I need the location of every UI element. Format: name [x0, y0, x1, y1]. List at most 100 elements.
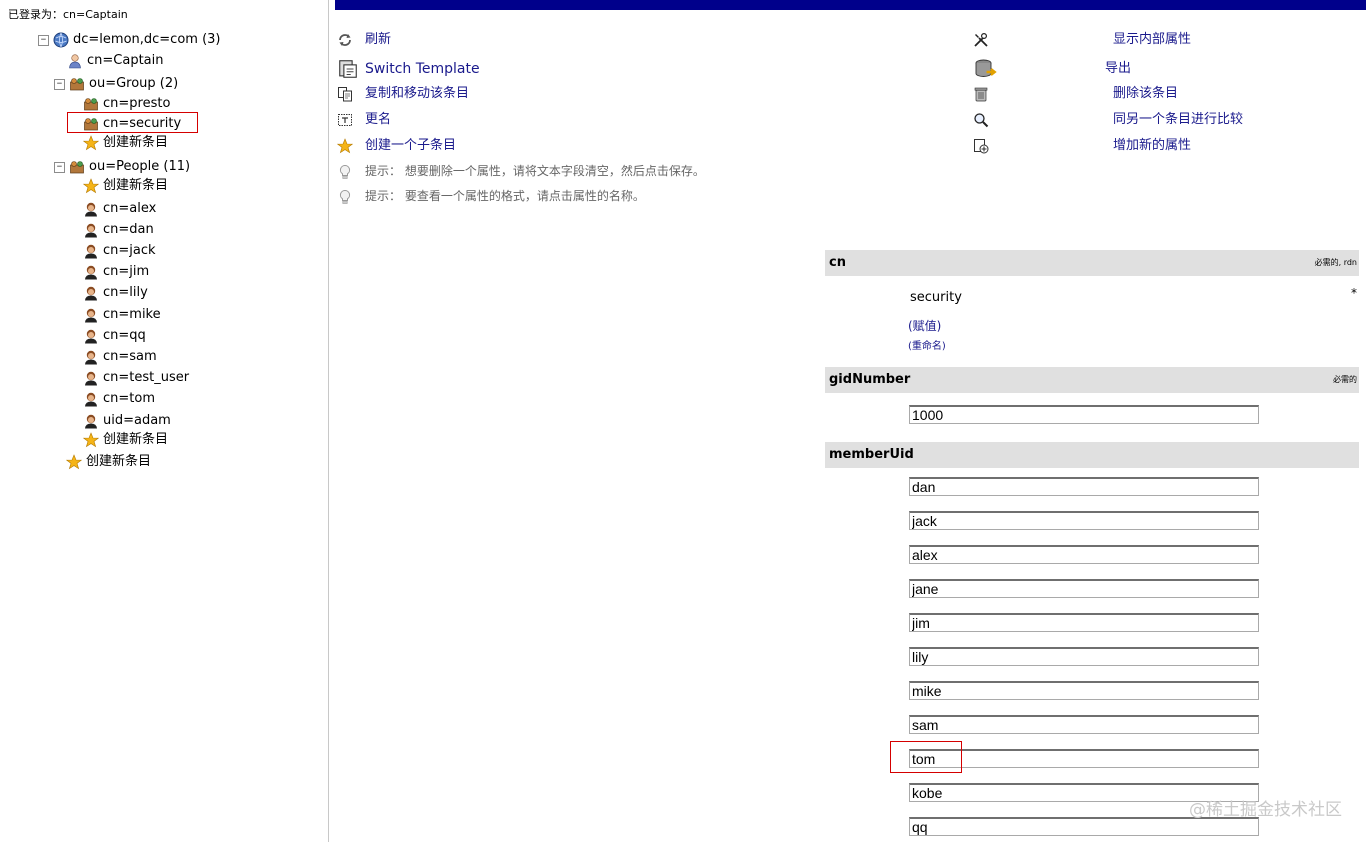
tree-node-person[interactable]: cn=sam: [83, 348, 157, 366]
create-child-action[interactable]: 创建一个子条目: [337, 136, 456, 156]
attr-header-gidnumber: gidNumber 必需的: [825, 367, 1359, 393]
rename-action[interactable]: 更名: [337, 110, 391, 130]
tree-node-label: cn=dan: [103, 222, 154, 237]
memberuid-input[interactable]: [909, 511, 1259, 530]
copy-move-action[interactable]: 复制和移动该条目: [337, 84, 469, 104]
compare-link[interactable]: 同另一个条目进行比较: [1113, 112, 1243, 127]
person-icon: [83, 307, 99, 323]
export-action[interactable]: 导出: [973, 57, 1131, 77]
tree-node-person[interactable]: cn=mike: [83, 306, 161, 324]
export-link[interactable]: 导出: [1105, 61, 1131, 76]
person-icon: [83, 370, 99, 386]
tree-node-label: cn=mike: [103, 307, 161, 322]
export-icon: [973, 57, 997, 81]
tree-node-label: 创建新条目: [103, 432, 169, 447]
attr-header-cn: cn 必需的, rdn: [825, 250, 1359, 276]
tree-node-label: uid=adam: [103, 413, 171, 428]
person-icon: [83, 349, 99, 365]
assign-link[interactable]: (赋值): [908, 317, 941, 334]
attr-name-memberuid[interactable]: memberUid: [829, 442, 914, 468]
tree-node-label: cn=alex: [103, 201, 157, 216]
title-bar: [335, 0, 1366, 10]
add-attribute-link[interactable]: 增加新的属性: [1113, 138, 1191, 153]
tree-node-person[interactable]: cn=test_user: [83, 369, 189, 387]
rename-icon: [337, 112, 353, 128]
tree-node-label: cn=lily: [103, 285, 148, 300]
tree-panel: 已登录为：cn=Captain − dc=lemon,dc=com (3) cn=…: [0, 0, 329, 842]
hint-delete-attribute: 提示： 想要删除一个属性，请将文本字段清空，然后点击保存。: [337, 161, 705, 181]
tree-node-person[interactable]: cn=qq: [83, 327, 146, 345]
compare-action[interactable]: 同另一个条目进行比较: [973, 110, 1243, 130]
memberuid-input[interactable]: [909, 545, 1259, 564]
copy-move-link[interactable]: 复制和移动该条目: [365, 86, 469, 101]
tree-node-person[interactable]: uid=adam: [83, 412, 171, 430]
collapse-toggle[interactable]: −: [54, 78, 65, 90]
tree-node-captain[interactable]: cn=Captain: [67, 52, 164, 70]
add-attribute-action[interactable]: 增加新的属性: [973, 136, 1191, 156]
memberuid-input[interactable]: [909, 647, 1259, 666]
star-icon: [83, 135, 99, 151]
tree-node-label: ou=Group (2): [89, 76, 179, 91]
attr-name-gidnumber[interactable]: gidNumber: [829, 367, 910, 393]
refresh-link[interactable]: 刷新: [365, 32, 391, 47]
tree-node-group[interactable]: − ou=Group (2): [54, 75, 178, 93]
memberuid-input[interactable]: [909, 681, 1259, 700]
person-icon: [83, 328, 99, 344]
tree-node-people[interactable]: − ou=People (11): [54, 158, 190, 176]
attr-name-cn[interactable]: cn: [829, 250, 846, 276]
tree-node-presto[interactable]: cn=presto: [83, 95, 170, 113]
rename-rdn-link[interactable]: (重命名): [908, 337, 946, 352]
person-icon: [83, 201, 99, 217]
gidnumber-input[interactable]: [909, 405, 1259, 424]
collapse-toggle[interactable]: −: [54, 161, 65, 173]
template-icon: [337, 58, 359, 80]
delete-action[interactable]: 删除该条目: [973, 84, 1178, 104]
tree-create-entry[interactable]: 创建新条目: [83, 431, 168, 449]
tree-node-label: cn=jack: [103, 243, 156, 258]
refresh-action[interactable]: 刷新: [337, 30, 391, 50]
watermark: @稀土掘金技术社区: [1189, 800, 1342, 820]
group-icon: [83, 96, 99, 112]
memberuid-input[interactable]: [909, 579, 1259, 598]
tree-node-root[interactable]: − dc=lemon,dc=com (3): [38, 31, 221, 49]
create-child-link[interactable]: 创建一个子条目: [365, 138, 456, 153]
tree-node-person[interactable]: cn=tom: [83, 390, 155, 408]
tree-node-label: ou=People (11): [89, 159, 191, 174]
delete-link[interactable]: 删除该条目: [1113, 86, 1178, 101]
add-attribute-icon: [973, 138, 989, 154]
attr-flags: 必需的: [1333, 375, 1357, 384]
tree-node-person[interactable]: cn=alex: [83, 200, 156, 218]
entry-panel: 刷新 Switch Template 复制和移动该条目 更名 创建一个子条目 提…: [329, 0, 1366, 842]
tree-create-entry[interactable]: 创建新条目: [83, 134, 168, 152]
tools-icon: [973, 32, 989, 48]
star-icon: [83, 432, 99, 448]
refresh-icon: [337, 32, 353, 48]
user-icon: [67, 53, 83, 69]
show-internal-link[interactable]: 显示内部属性: [1113, 32, 1191, 47]
person-icon: [83, 243, 99, 259]
highlight-box: [890, 741, 962, 773]
switch-template-link[interactable]: Switch Template: [365, 61, 480, 77]
person-icon: [83, 222, 99, 238]
tree-node-person[interactable]: cn=jim: [83, 263, 149, 281]
memberuid-input[interactable]: [909, 477, 1259, 496]
star-icon: [66, 454, 82, 470]
group-icon: [69, 76, 85, 92]
tree-node-person[interactable]: cn=jack: [83, 242, 156, 260]
tree-node-person[interactable]: cn=dan: [83, 221, 154, 239]
login-status: 已登录为：cn=Captain: [8, 8, 128, 21]
hint-attribute-format: 提示： 要查看一个属性的格式，请点击属性的名称。: [337, 186, 645, 206]
copy-icon: [337, 86, 353, 102]
collapse-toggle[interactable]: −: [38, 34, 49, 46]
show-internal-action[interactable]: 显示内部属性: [973, 30, 1191, 50]
memberuid-input[interactable]: [909, 613, 1259, 632]
tree-create-entry[interactable]: 创建新条目: [83, 177, 168, 195]
tree-create-entry[interactable]: 创建新条目: [66, 453, 151, 471]
memberuid-input[interactable]: [909, 715, 1259, 734]
rename-link[interactable]: 更名: [365, 112, 391, 127]
group-icon: [69, 159, 85, 175]
attr-header-memberuid: memberUid: [825, 442, 1359, 468]
switch-template-action[interactable]: Switch Template: [337, 58, 480, 78]
tree-node-person[interactable]: cn=lily: [83, 284, 148, 302]
tree-node-label: cn=test_user: [103, 370, 190, 385]
